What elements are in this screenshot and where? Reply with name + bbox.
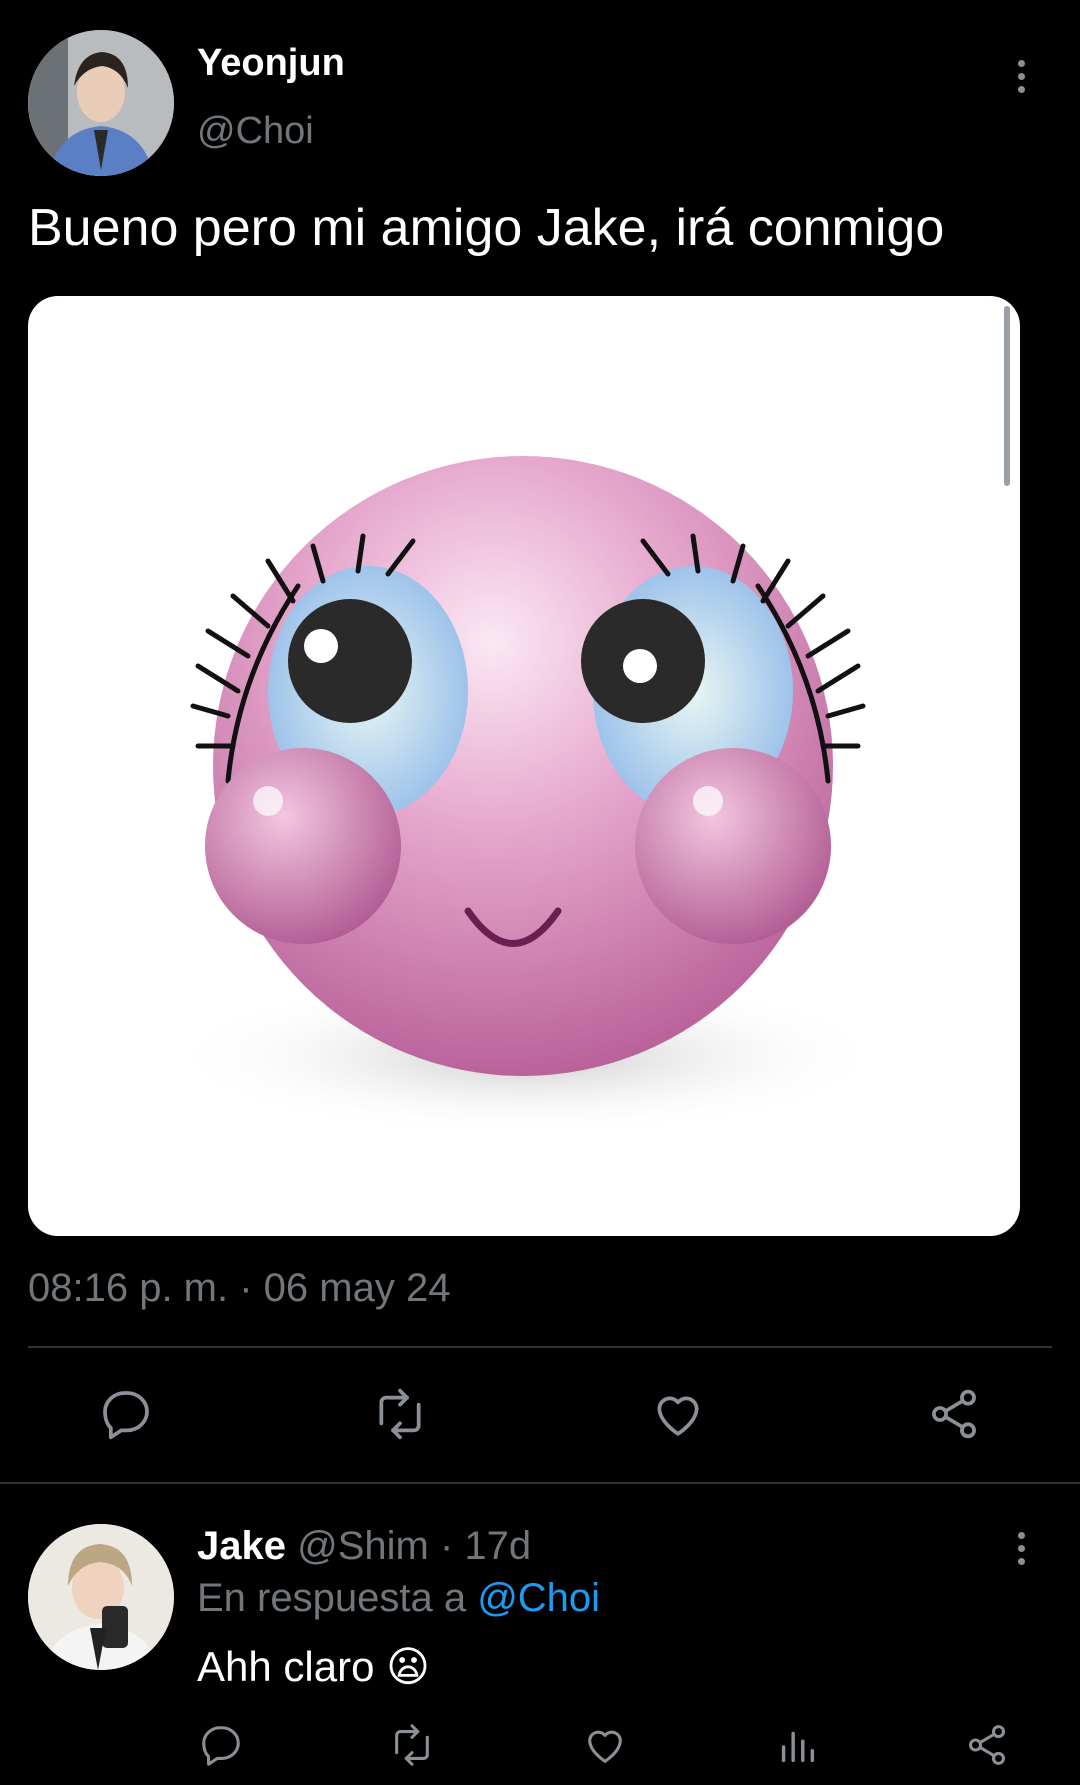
avatar-photo — [28, 1524, 174, 1670]
reply-author-handle[interactable]: @Shim — [297, 1524, 429, 1568]
thread-divider — [0, 1482, 1080, 1484]
worried-face-emoji: 😦 — [386, 1642, 430, 1691]
reply-age: · 17d — [439, 1524, 532, 1568]
reply-author-avatar[interactable] — [28, 1524, 174, 1670]
timestamp-divider — [28, 1346, 1052, 1348]
media-scrollbar[interactable] — [1004, 306, 1010, 486]
reply-header: Jake @Shim · 17d — [197, 1524, 531, 1569]
more-vertical-icon[interactable] — [1015, 60, 1027, 93]
reply-text-line: Ahh claro 😦 — [197, 1642, 430, 1691]
replying-prefix: En respuesta a — [197, 1576, 467, 1620]
share-icon[interactable] — [926, 1386, 982, 1442]
tweet-text: Bueno pero mi amigo Jake, irá conmigo — [28, 199, 945, 257]
reply-retweet-icon[interactable] — [388, 1722, 436, 1768]
reply-author-name[interactable]: Jake — [197, 1524, 286, 1568]
replying-to-line: En respuesta a @Choi — [197, 1576, 600, 1621]
reply-more-vertical-icon[interactable] — [1015, 1532, 1027, 1565]
tweet-media[interactable] — [28, 296, 1020, 1236]
reply-like-icon[interactable] — [582, 1722, 628, 1768]
pink-emoji-image — [168, 456, 888, 1136]
replying-to-link[interactable]: @Choi — [477, 1576, 600, 1620]
reply-text: Ahh claro — [197, 1643, 375, 1690]
reply-reply-icon[interactable] — [198, 1722, 244, 1768]
avatar-photo — [28, 30, 174, 176]
reply-share-icon[interactable] — [964, 1722, 1010, 1768]
tweet-timestamp: 08:16 p. m. · 06 may 24 — [28, 1266, 451, 1310]
author-avatar[interactable] — [28, 30, 174, 176]
author-handle[interactable]: @Choi — [197, 110, 314, 153]
retweet-icon[interactable] — [370, 1386, 430, 1442]
views-icon[interactable] — [774, 1722, 820, 1768]
like-icon[interactable] — [650, 1386, 706, 1442]
reply-icon[interactable] — [98, 1386, 154, 1442]
author-name[interactable]: Yeonjun — [197, 42, 345, 85]
